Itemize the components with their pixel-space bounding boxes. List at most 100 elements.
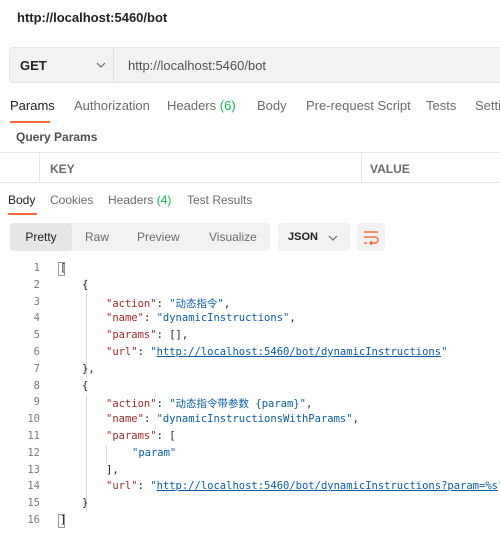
- method-select[interactable]: GET: [10, 48, 114, 82]
- line-number: 6: [33, 345, 40, 358]
- code-token: ,: [223, 297, 231, 310]
- code-line: 16]: [0, 513, 500, 530]
- tab-prerequest-script[interactable]: Pre-request Script: [306, 98, 411, 113]
- code-token: :: [156, 398, 170, 411]
- code-token: "url": [106, 480, 138, 493]
- column-header-key: KEY: [50, 162, 75, 176]
- code-token: : [: [156, 429, 176, 442]
- line-number: 4: [33, 312, 40, 325]
- code-line: 13],: [0, 463, 500, 480]
- line-number: 8: [33, 379, 40, 392]
- line-number: 5: [33, 329, 40, 342]
- code-token: :: [156, 297, 170, 310]
- code-token: "dynamicInstructionsWithParams": [156, 413, 353, 426]
- code-token: {: [82, 278, 89, 291]
- code-token: ,: [305, 398, 313, 411]
- code-line: 9 "action": "动态指令带参数 {param}",: [0, 395, 500, 412]
- language-select[interactable]: JSON: [278, 223, 350, 251]
- line-number: 15: [27, 497, 40, 510]
- response-tab-body[interactable]: Body: [8, 193, 35, 207]
- response-tab-cookies[interactable]: Cookies: [50, 193, 93, 207]
- code-token: "params": [: [106, 430, 176, 442]
- line-number: 16: [27, 513, 40, 526]
- response-tab-test-results[interactable]: Test Results: [187, 193, 252, 207]
- tab-headers[interactable]: Headers (6): [167, 98, 236, 113]
- request-tabs: Params Authorization Headers (6) Body Pr…: [0, 98, 500, 120]
- code-line: 12 "param": [0, 446, 500, 463]
- code-token: "action": [106, 297, 157, 310]
- code-token: ,: [289, 312, 296, 325]
- chevron-down-icon: [328, 235, 338, 241]
- code-token: : [],: [156, 329, 189, 342]
- column-header-value: VALUE: [370, 162, 410, 176]
- active-tab-indicator: [10, 121, 50, 123]
- window-title: http://localhost:5460/bot: [17, 10, 168, 25]
- tab-body[interactable]: Body: [257, 98, 287, 113]
- headers-count: (6): [219, 98, 236, 113]
- response-body-editor[interactable]: 1[ 2{ 3 "action": "动态指令", 4 "name": "dynam…: [0, 261, 500, 530]
- tab-headers-label: Headers: [167, 98, 217, 113]
- response-headers-count: (4): [156, 193, 172, 207]
- code-token: "url": "http://localhost:5460/bot/dynami…: [106, 346, 447, 358]
- response-tab-headers[interactable]: Headers (4): [108, 193, 171, 207]
- code-line: 7},: [0, 362, 500, 379]
- line-number: 2: [33, 278, 40, 291]
- code-line: 6 "url": "http://localhost:5460/bot/dynam…: [0, 345, 500, 362]
- code-token: "params": [106, 429, 157, 442]
- request-url-bar: GET http://localhost:5460/bot: [9, 47, 500, 83]
- code-token: "动态指令": [169, 297, 224, 310]
- code-token: ]: [60, 513, 67, 526]
- code-token: "name": [106, 413, 144, 426]
- line-number: 1: [33, 262, 40, 274]
- url-link[interactable]: http://localhost:5460/bot/dynamicInstruc…: [157, 480, 498, 492]
- format-toggle: Pretty Raw Preview Visualize: [10, 223, 270, 251]
- code-line: 4 "name": "dynamicInstructions",: [0, 311, 500, 328]
- code-token: },: [82, 362, 95, 375]
- code-token: [: [60, 262, 67, 274]
- tab-settings[interactable]: Setti: [475, 98, 500, 113]
- line-number: 14: [27, 480, 40, 493]
- line-number: 13: [27, 463, 40, 476]
- code-token: ],: [106, 463, 119, 476]
- code-token: :: [143, 312, 157, 325]
- code-line: 2{: [0, 278, 500, 295]
- code-token: "action": [106, 398, 157, 411]
- query-params-table: KEY VALUE: [0, 152, 500, 183]
- method-label: GET: [20, 58, 47, 73]
- row-checkbox-column: [0, 153, 40, 182]
- code-token: "name": [106, 312, 144, 325]
- line-number: 12: [27, 446, 40, 459]
- code-token: :: [143, 413, 157, 426]
- language-label: JSON: [288, 231, 318, 243]
- url-input[interactable]: http://localhost:5460/bot: [128, 58, 266, 73]
- wrap-lines-icon: [364, 231, 379, 246]
- tab-authorization[interactable]: Authorization: [74, 98, 150, 113]
- code-token: ,: [352, 413, 359, 426]
- code-line: 10 "name": "dynamicInstructionsWithParams…: [0, 412, 500, 429]
- code-token: :: [137, 480, 151, 493]
- tab-params[interactable]: Params: [10, 98, 55, 113]
- code-line: 14 "url": "http://localhost:5460/bot/dyna…: [0, 479, 500, 496]
- format-preview-button[interactable]: Preview: [137, 230, 180, 244]
- code-token: "dynamicInstructions": [156, 312, 290, 325]
- line-number: 10: [27, 413, 40, 426]
- code-token: {: [82, 379, 89, 392]
- response-tab-headers-label: Headers: [108, 193, 154, 207]
- url-link[interactable]: http://localhost:5460/bot/dynamicInstruc…: [157, 346, 441, 358]
- line-number: 9: [33, 396, 40, 409]
- code-token: "param": [132, 446, 177, 459]
- code-line: 5 "params": [],: [0, 328, 500, 345]
- format-visualize-button[interactable]: Visualize: [209, 230, 257, 244]
- format-raw-button[interactable]: Raw: [85, 230, 109, 244]
- code-token: "name": "dynamicInstructionsWithParams",: [106, 413, 359, 425]
- line-number: 3: [33, 295, 40, 308]
- code-token: "action": "动态指令",: [106, 296, 230, 311]
- wrap-lines-button[interactable]: [357, 223, 385, 251]
- column-divider[interactable]: [361, 153, 362, 182]
- code-line: 3 "action": "动态指令",: [0, 295, 500, 312]
- active-response-tab-indicator: [8, 213, 37, 215]
- format-pretty-button[interactable]: Pretty: [10, 223, 72, 251]
- code-token: "action": "动态指令带参数 {param}",: [106, 396, 312, 411]
- code-line: 1[: [0, 261, 500, 278]
- tab-tests[interactable]: Tests: [426, 98, 456, 113]
